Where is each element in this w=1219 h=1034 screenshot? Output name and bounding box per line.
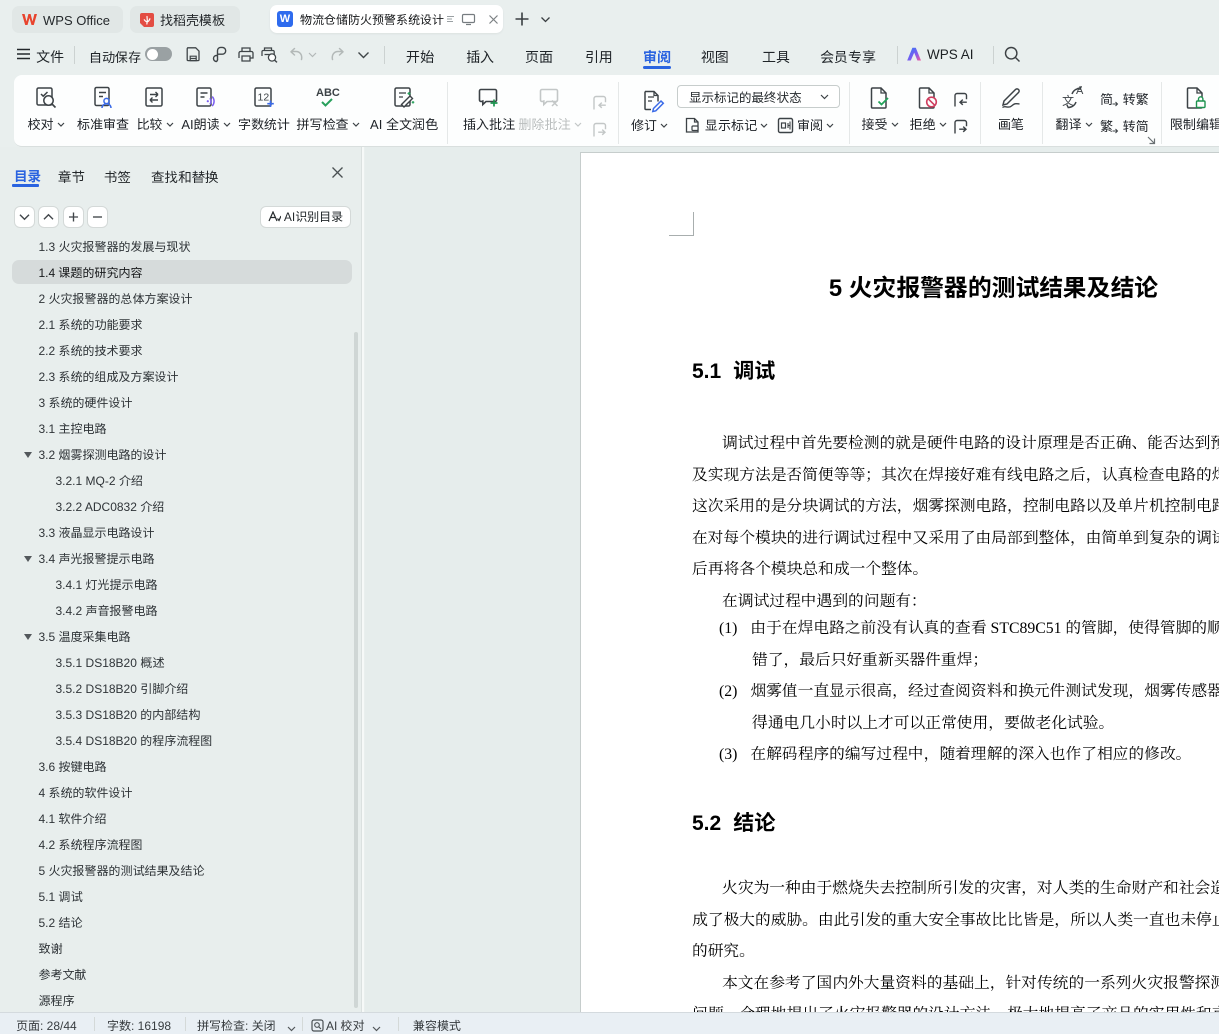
svg-text:ABC: ABC [316, 87, 340, 99]
svg-text:12: 12 [258, 92, 270, 104]
